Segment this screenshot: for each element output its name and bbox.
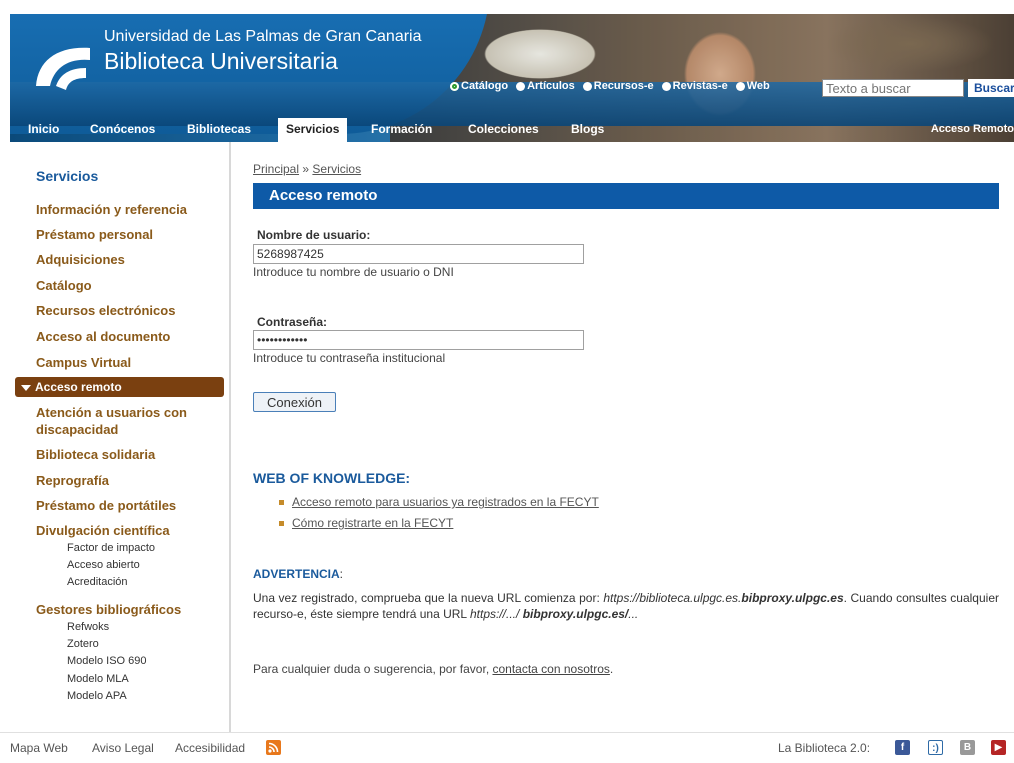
username-label: Nombre de usuario: <box>257 228 371 242</box>
sidebar-item-solidaria[interactable]: Biblioteca solidaria <box>36 447 155 462</box>
password-hint: Introduce tu contraseña institucional <box>253 351 446 365</box>
contact-text: Para cualquier duda o sugerencia, por fa… <box>253 662 614 676</box>
youtube-icon[interactable]: ▶ <box>991 740 1006 755</box>
warning-text: Una vez registrado, comprueba que la nue… <box>253 591 999 621</box>
footer-link-accesibilidad[interactable]: Accesibilidad <box>175 741 245 755</box>
sidebar-item-informacion[interactable]: Información y referencia <box>36 202 187 217</box>
sidebar-item-prestamo[interactable]: Préstamo personal <box>36 227 153 242</box>
wok-link-item: Acceso remoto para usuarios ya registrad… <box>279 495 599 509</box>
radio-icon[interactable] <box>516 81 526 91</box>
bullet-icon <box>279 521 284 527</box>
site-header: Universidad de Las Palmas de Gran Canari… <box>10 14 1014 142</box>
site-footer: Mapa Web Aviso Legal Accesibilidad La Bi… <box>0 732 1014 763</box>
rss-icon[interactable] <box>266 740 281 755</box>
facebook-icon[interactable]: f <box>895 740 910 755</box>
username-field[interactable] <box>253 244 584 264</box>
sidebar-item-recursos[interactable]: Recursos electrónicos <box>36 303 175 318</box>
sidebar-sub-apa[interactable]: Modelo APA <box>67 690 127 702</box>
sidebar-item-acceso-documento[interactable]: Acceso al documento <box>36 329 170 344</box>
radio-icon[interactable] <box>735 81 745 91</box>
password-field[interactable] <box>253 330 584 350</box>
search-input[interactable] <box>822 79 964 97</box>
password-label: Contraseña: <box>257 315 328 329</box>
sidebar-title: Servicios <box>36 168 99 184</box>
login-button[interactable]: Conexión <box>253 392 336 412</box>
tab-conocenos[interactable]: Conócenos <box>90 122 155 136</box>
sidebar-sub-refwoks[interactable]: Refwoks <box>67 621 109 633</box>
sidebar-sub-iso690[interactable]: Modelo ISO 690 <box>67 655 147 667</box>
search-option-articulos[interactable]: Artículos <box>516 80 575 92</box>
contact-link[interactable]: contacta con nosotros <box>492 662 609 676</box>
search-option-web[interactable]: Web <box>735 80 770 92</box>
sidebar-item-acceso-remoto[interactable]: Acceso remoto <box>15 377 224 397</box>
sidebar-sub-mla[interactable]: Modelo MLA <box>67 673 129 685</box>
tuenti-icon[interactable]: :) <box>928 740 943 755</box>
sidebar-item-atencion[interactable]: Atención a usuarios con <box>36 405 187 420</box>
radio-icon[interactable] <box>582 81 592 91</box>
sidebar-item-atencion-cont[interactable]: discapacidad <box>36 422 118 437</box>
breadcrumb: Principal » Servicios <box>253 162 361 176</box>
tab-colecciones[interactable]: Colecciones <box>468 122 539 136</box>
library-name[interactable]: Biblioteca Universitaria <box>104 48 338 75</box>
search-button[interactable]: Buscar <box>968 79 1014 97</box>
sidebar-sub-acceso-abierto[interactable]: Acceso abierto <box>67 559 140 571</box>
bullet-icon <box>279 500 284 506</box>
wok-link-registered[interactable]: Acceso remoto para usuarios ya registrad… <box>292 495 599 509</box>
sidebar-item-reprografia[interactable]: Reprografía <box>36 473 109 488</box>
university-name[interactable]: Universidad de Las Palmas de Gran Canari… <box>104 28 422 46</box>
sidebar-item-divulgacion[interactable]: Divulgación científica <box>36 523 170 538</box>
main-nav: Inicio Conócenos Bibliotecas Servicios F… <box>10 118 1014 142</box>
tab-blogs[interactable]: Blogs <box>571 122 604 136</box>
sidebar: Servicios Información y referencia Prést… <box>0 142 231 732</box>
username-hint: Introduce tu nombre de usuario o DNI <box>253 265 454 279</box>
sidebar-sub-acreditacion[interactable]: Acreditación <box>67 576 128 588</box>
breadcrumb-servicios[interactable]: Servicios <box>312 162 361 176</box>
triangle-down-icon <box>21 384 31 391</box>
tab-inicio[interactable]: Inicio <box>28 122 59 136</box>
biblioteca-20-label: La Biblioteca 2.0: <box>778 741 871 755</box>
wok-link-item: Cómo registrarte en la FECYT <box>279 516 453 530</box>
tab-bibliotecas[interactable]: Bibliotecas <box>187 122 251 136</box>
sidebar-sub-factor-impacto[interactable]: Factor de impacto <box>67 542 155 554</box>
warning-heading: ADVERTENCIA: <box>253 567 344 581</box>
footer-link-mapa-web[interactable]: Mapa Web <box>10 741 68 755</box>
search-option-revistas-e[interactable]: Revistas-e <box>661 80 728 92</box>
wok-link-register[interactable]: Cómo registrarte en la FECYT <box>292 516 453 530</box>
blogger-icon[interactable]: B <box>960 740 975 755</box>
search-option-recursos-e[interactable]: Recursos-e <box>582 80 654 92</box>
sidebar-item-gestores[interactable]: Gestores bibliográficos <box>36 602 181 617</box>
ulpgc-logo-icon[interactable] <box>28 34 98 104</box>
tab-servicios[interactable]: Servicios <box>278 118 348 142</box>
radio-selected-icon[interactable] <box>450 81 459 91</box>
sidebar-item-catalogo[interactable]: Catálogo <box>36 278 92 293</box>
acceso-remoto-link[interactable]: Acceso Remoto <box>931 123 1014 135</box>
tab-formacion[interactable]: Formación <box>371 122 432 136</box>
wok-heading: WEB OF KNOWLEDGE: <box>253 470 411 486</box>
sidebar-item-portatiles[interactable]: Préstamo de portátiles <box>36 498 176 513</box>
sidebar-sub-zotero[interactable]: Zotero <box>67 638 99 650</box>
breadcrumb-principal[interactable]: Principal <box>253 162 299 176</box>
radio-icon[interactable] <box>661 81 671 91</box>
footer-link-aviso-legal[interactable]: Aviso Legal <box>92 741 154 755</box>
page-title: Acceso remoto <box>253 183 999 209</box>
search-scope-options: Catálogo Artículos Recursos-e Revistas-e… <box>450 80 770 92</box>
search-option-catalogo[interactable]: Catálogo <box>450 80 508 92</box>
breadcrumb-separator: » <box>302 162 310 176</box>
sidebar-item-adquisiciones[interactable]: Adquisiciones <box>36 252 125 267</box>
sidebar-item-campus-virtual[interactable]: Campus Virtual <box>36 355 131 370</box>
